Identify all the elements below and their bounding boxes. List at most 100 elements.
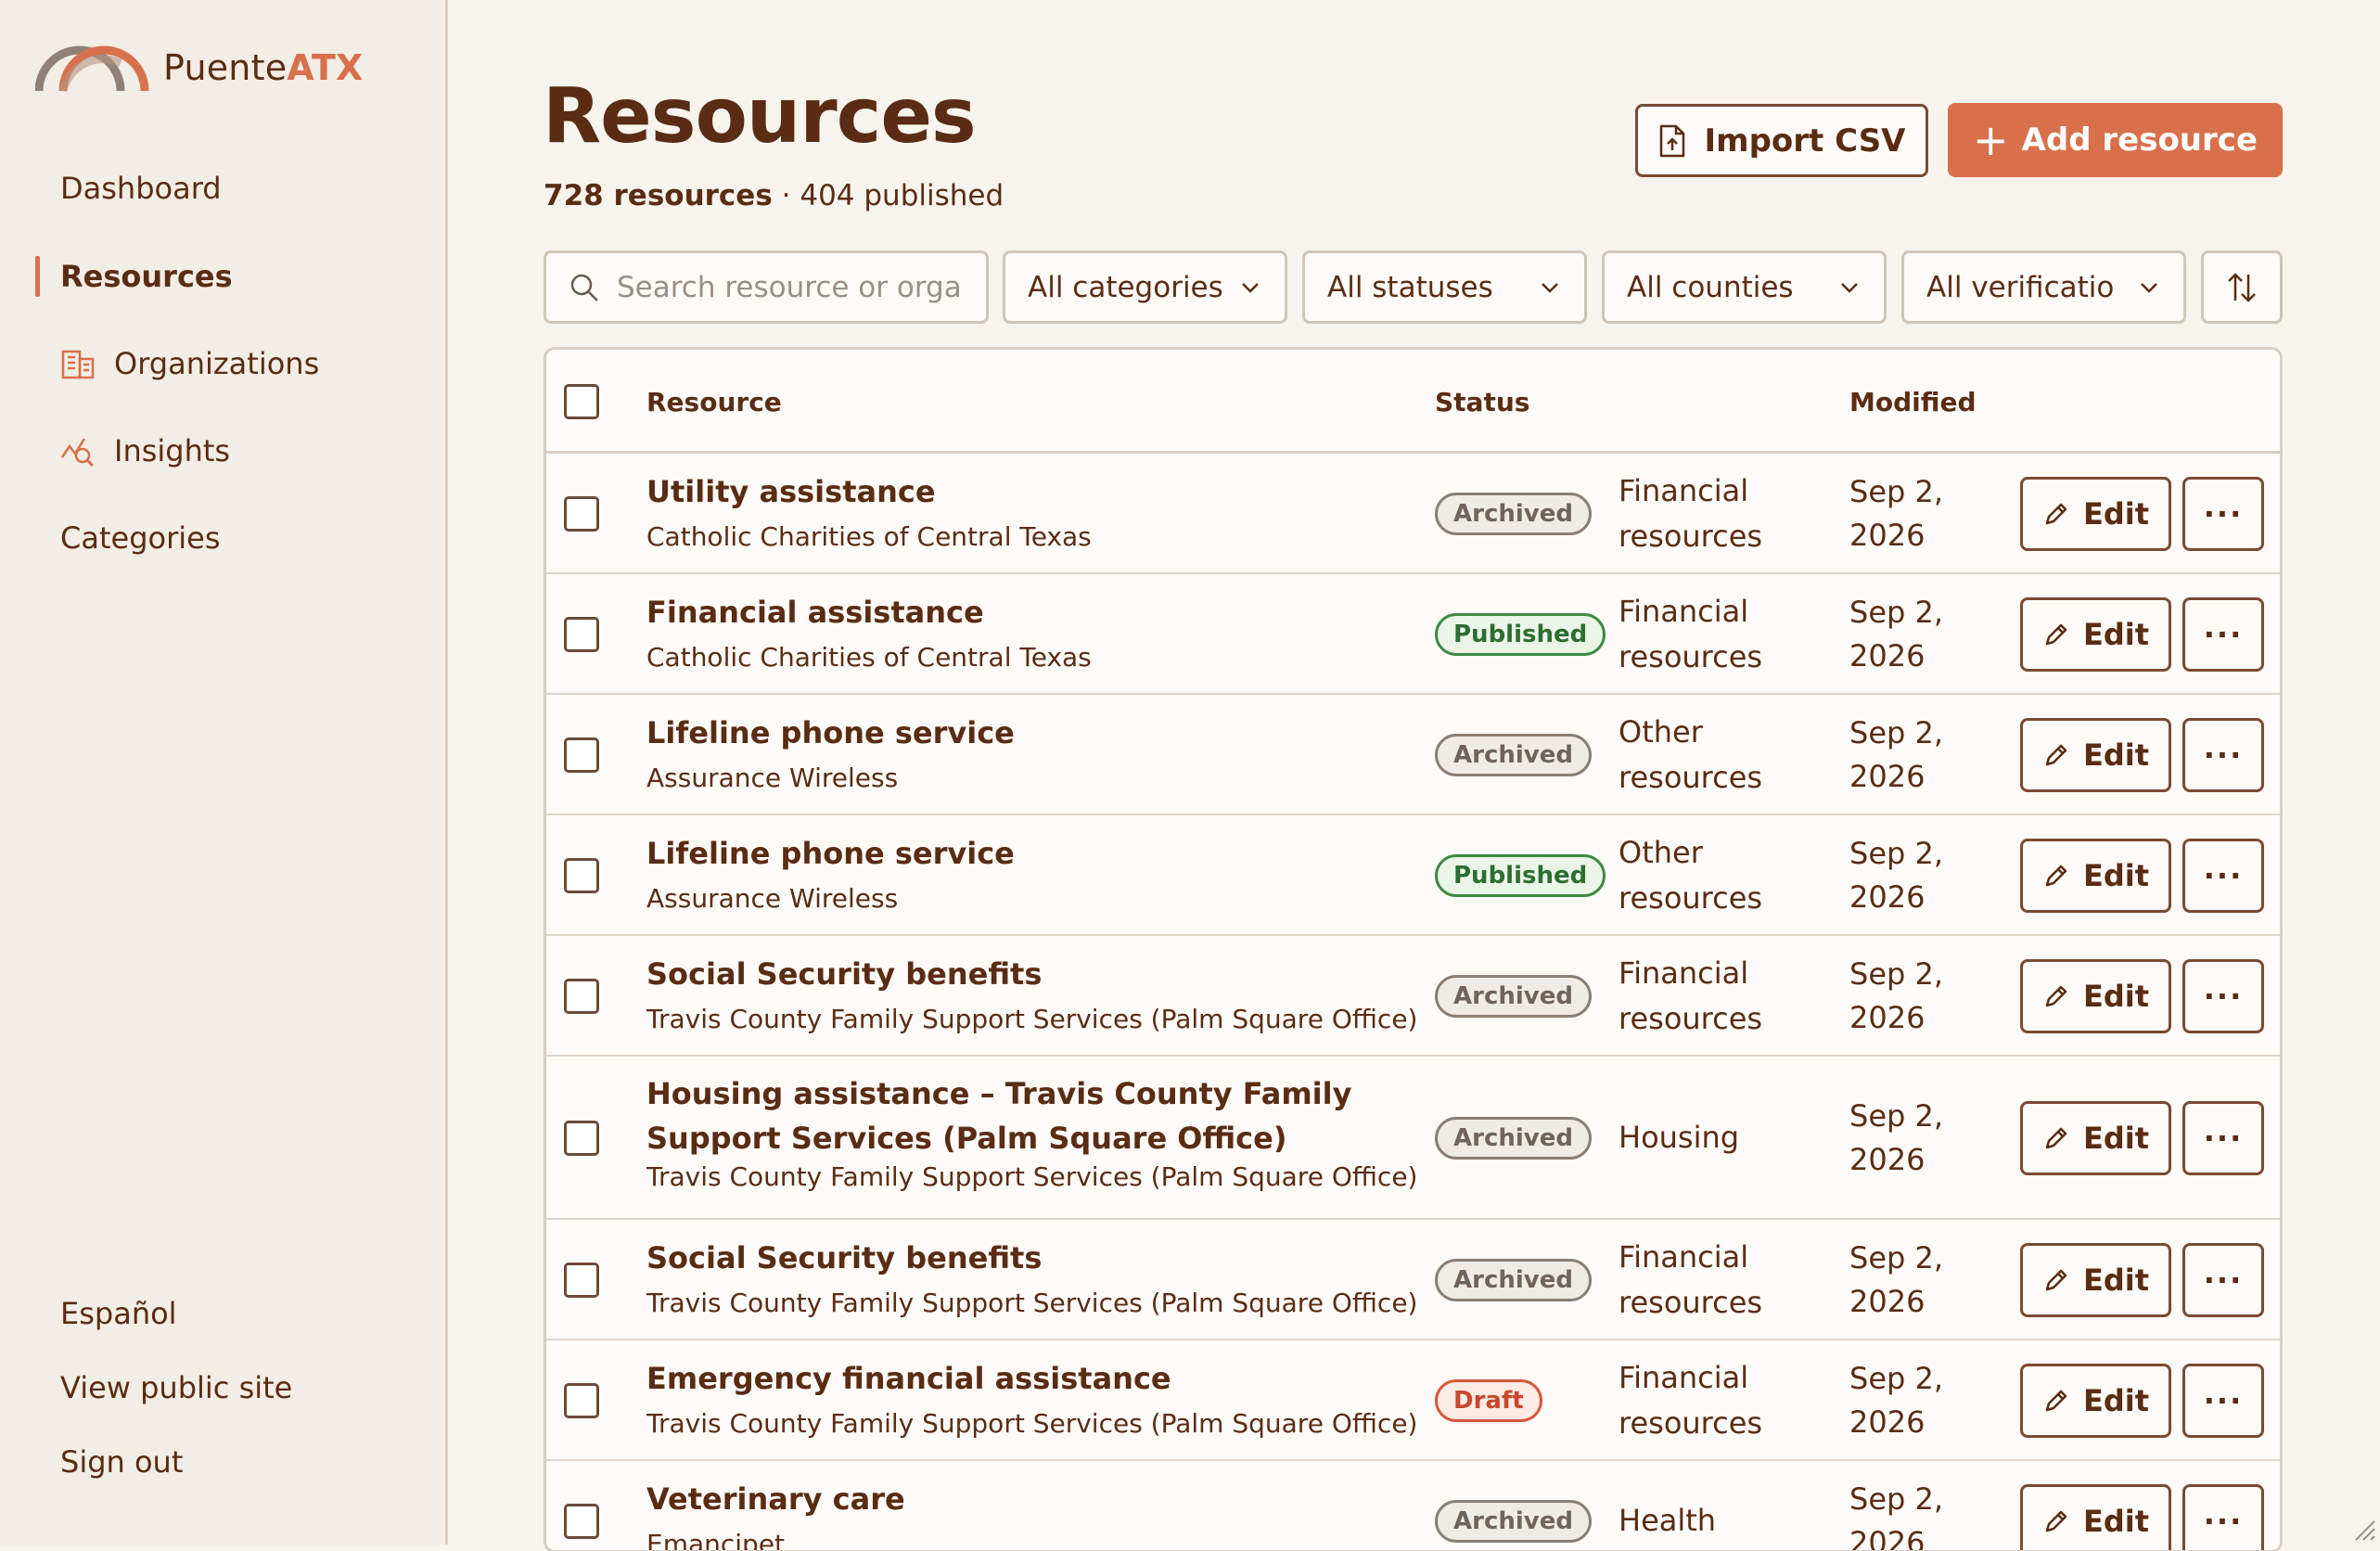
pencil-icon	[2045, 1269, 2067, 1291]
nav-organizations[interactable]: Organizations	[60, 340, 319, 387]
edit-button[interactable]: Edit	[2020, 1364, 2171, 1438]
nav-categories[interactable]: Categories	[60, 515, 220, 561]
resource-title-link[interactable]: Emergency financial assistance	[646, 1356, 1407, 1401]
edit-button[interactable]: Edit	[2020, 1243, 2171, 1317]
search-field[interactable]	[544, 250, 989, 324]
resource-title-link[interactable]: Social Security benefits	[646, 1236, 1407, 1280]
organization-name: Emancipet	[646, 1529, 786, 1551]
status-badge: Archived	[1435, 1259, 1592, 1301]
table-row[interactable]: Emergency financial assistance Travis Cou…	[546, 1340, 2280, 1461]
active-nav-indicator	[35, 256, 40, 297]
row-checkbox[interactable]	[564, 979, 599, 1014]
category-label: Financial resources	[1619, 473, 1763, 554]
status-badge: Published	[1435, 854, 1606, 897]
table-row[interactable]: Social Security benefits Travis County Fa…	[546, 936, 2280, 1057]
resources-table: Resource Status Modified Utility assista…	[544, 347, 2283, 1551]
pencil-icon	[2045, 503, 2067, 525]
column-header-resource[interactable]: Resource	[646, 387, 782, 417]
pencil-icon	[2045, 865, 2067, 887]
row-checkbox[interactable]	[564, 1121, 599, 1156]
more-actions-button[interactable]: ···	[2182, 477, 2264, 551]
file-upload-icon	[1660, 124, 1685, 157]
status-badge: Archived	[1435, 493, 1592, 535]
column-header-modified[interactable]: Modified	[1849, 387, 1977, 417]
language-toggle-link[interactable]: Español	[60, 1296, 177, 1331]
more-actions-button[interactable]: ···	[2182, 839, 2264, 913]
resource-title-link[interactable]: Financial assistance	[646, 590, 1407, 634]
category-label: Financial resources	[1619, 1360, 1763, 1441]
row-checkbox[interactable]	[564, 1383, 599, 1418]
table-row[interactable]: Housing assistance – Travis County Famil…	[546, 1057, 2280, 1220]
organization-name: Travis County Family Support Services (P…	[646, 1408, 1418, 1439]
row-checkbox[interactable]	[564, 1504, 599, 1539]
edit-button[interactable]: Edit	[2020, 839, 2171, 913]
pencil-icon	[2045, 623, 2067, 646]
table-row[interactable]: Lifeline phone service Assurance Wireless…	[546, 695, 2280, 815]
row-checkbox[interactable]	[564, 617, 599, 652]
search-input[interactable]	[617, 270, 964, 304]
more-actions-button[interactable]: ···	[2182, 1243, 2264, 1317]
add-resource-button[interactable]: + Add resource	[1948, 103, 2283, 177]
category-filter-select[interactable]: All categories	[1003, 250, 1287, 324]
table-row[interactable]: Utility assistance Catholic Charities of …	[546, 454, 2280, 574]
edit-button[interactable]: Edit	[2020, 597, 2171, 672]
category-label: Housing	[1619, 1120, 1740, 1155]
resource-summary: 728 resources · 404 published	[544, 179, 1004, 212]
sort-button[interactable]	[2201, 250, 2283, 324]
table-row[interactable]: Financial assistance Catholic Charities o…	[546, 574, 2280, 695]
brand-logo[interactable]: PuenteATX	[35, 43, 364, 93]
resize-grip-icon[interactable]	[2350, 1516, 2376, 1542]
brand-name: PuenteATX	[163, 47, 364, 88]
chevron-down-icon	[1542, 282, 1558, 293]
modified-date: Sep 2, 2026	[1849, 956, 1944, 1035]
chevron-down-icon	[2141, 282, 2157, 293]
category-label: Financial resources	[1619, 594, 1763, 674]
row-checkbox[interactable]	[564, 737, 599, 773]
select-all-checkbox[interactable]	[564, 384, 599, 419]
table-header: Resource Status Modified	[546, 350, 2280, 454]
bridge-logo-icon	[35, 45, 149, 93]
status-filter-select[interactable]: All statuses	[1302, 250, 1587, 324]
status-badge: Archived	[1435, 734, 1592, 776]
edit-button[interactable]: Edit	[2020, 477, 2171, 551]
status-badge: Published	[1435, 613, 1606, 656]
sign-out-link[interactable]: Sign out	[60, 1444, 183, 1480]
row-checkbox[interactable]	[564, 858, 599, 893]
modified-date: Sep 2, 2026	[1849, 836, 1944, 915]
row-checkbox[interactable]	[564, 1263, 599, 1298]
nav-insights[interactable]: Insights	[60, 428, 230, 474]
import-csv-button[interactable]: Import CSV	[1635, 104, 1928, 177]
table-row[interactable]: Social Security benefits Travis County Fa…	[546, 1220, 2280, 1340]
more-actions-button[interactable]: ···	[2182, 597, 2264, 672]
modified-date: Sep 2, 2026	[1849, 595, 1944, 673]
county-filter-select[interactable]: All counties	[1602, 250, 1887, 324]
verification-filter-select[interactable]: All verificatio	[1901, 250, 2186, 324]
resource-title-link[interactable]: Lifeline phone service	[646, 711, 1407, 755]
nav-resources[interactable]: Resources	[60, 253, 233, 300]
table-row[interactable]: Veterinary care Emancipet Archived Health Se…	[546, 1461, 2280, 1551]
category-label: Financial resources	[1619, 1239, 1763, 1320]
resource-title-link[interactable]: Social Security benefits	[646, 952, 1407, 996]
resource-title-link[interactable]: Veterinary care	[646, 1477, 1407, 1521]
nav-dashboard[interactable]: Dashboard	[60, 165, 222, 212]
resource-title-link[interactable]: Lifeline phone service	[646, 831, 1407, 876]
table-row[interactable]: Lifeline phone service Assurance Wireless…	[546, 815, 2280, 936]
search-icon	[570, 274, 598, 301]
row-checkbox[interactable]	[564, 496, 599, 532]
edit-button[interactable]: Edit	[2020, 718, 2171, 792]
more-actions-button[interactable]: ···	[2182, 1101, 2264, 1175]
more-actions-button[interactable]: ···	[2182, 1364, 2264, 1438]
resource-title-link[interactable]: Utility assistance	[646, 469, 1407, 514]
organization-name: Assurance Wireless	[646, 763, 899, 793]
edit-button[interactable]: Edit	[2020, 1484, 2171, 1550]
more-actions-button[interactable]: ···	[2182, 718, 2264, 792]
edit-button[interactable]: Edit	[2020, 959, 2171, 1033]
column-header-status[interactable]: Status	[1435, 387, 1529, 417]
resource-title-link[interactable]: Housing assistance – Travis County Famil…	[646, 1071, 1407, 1160]
edit-button[interactable]: Edit	[2020, 1101, 2171, 1175]
more-actions-button[interactable]: ···	[2182, 1484, 2264, 1550]
view-public-site-link[interactable]: View public site	[60, 1370, 292, 1405]
more-actions-button[interactable]: ···	[2182, 959, 2264, 1033]
organization-name: Catholic Charities of Central Texas	[646, 521, 1092, 552]
organization-name: Assurance Wireless	[646, 883, 899, 914]
